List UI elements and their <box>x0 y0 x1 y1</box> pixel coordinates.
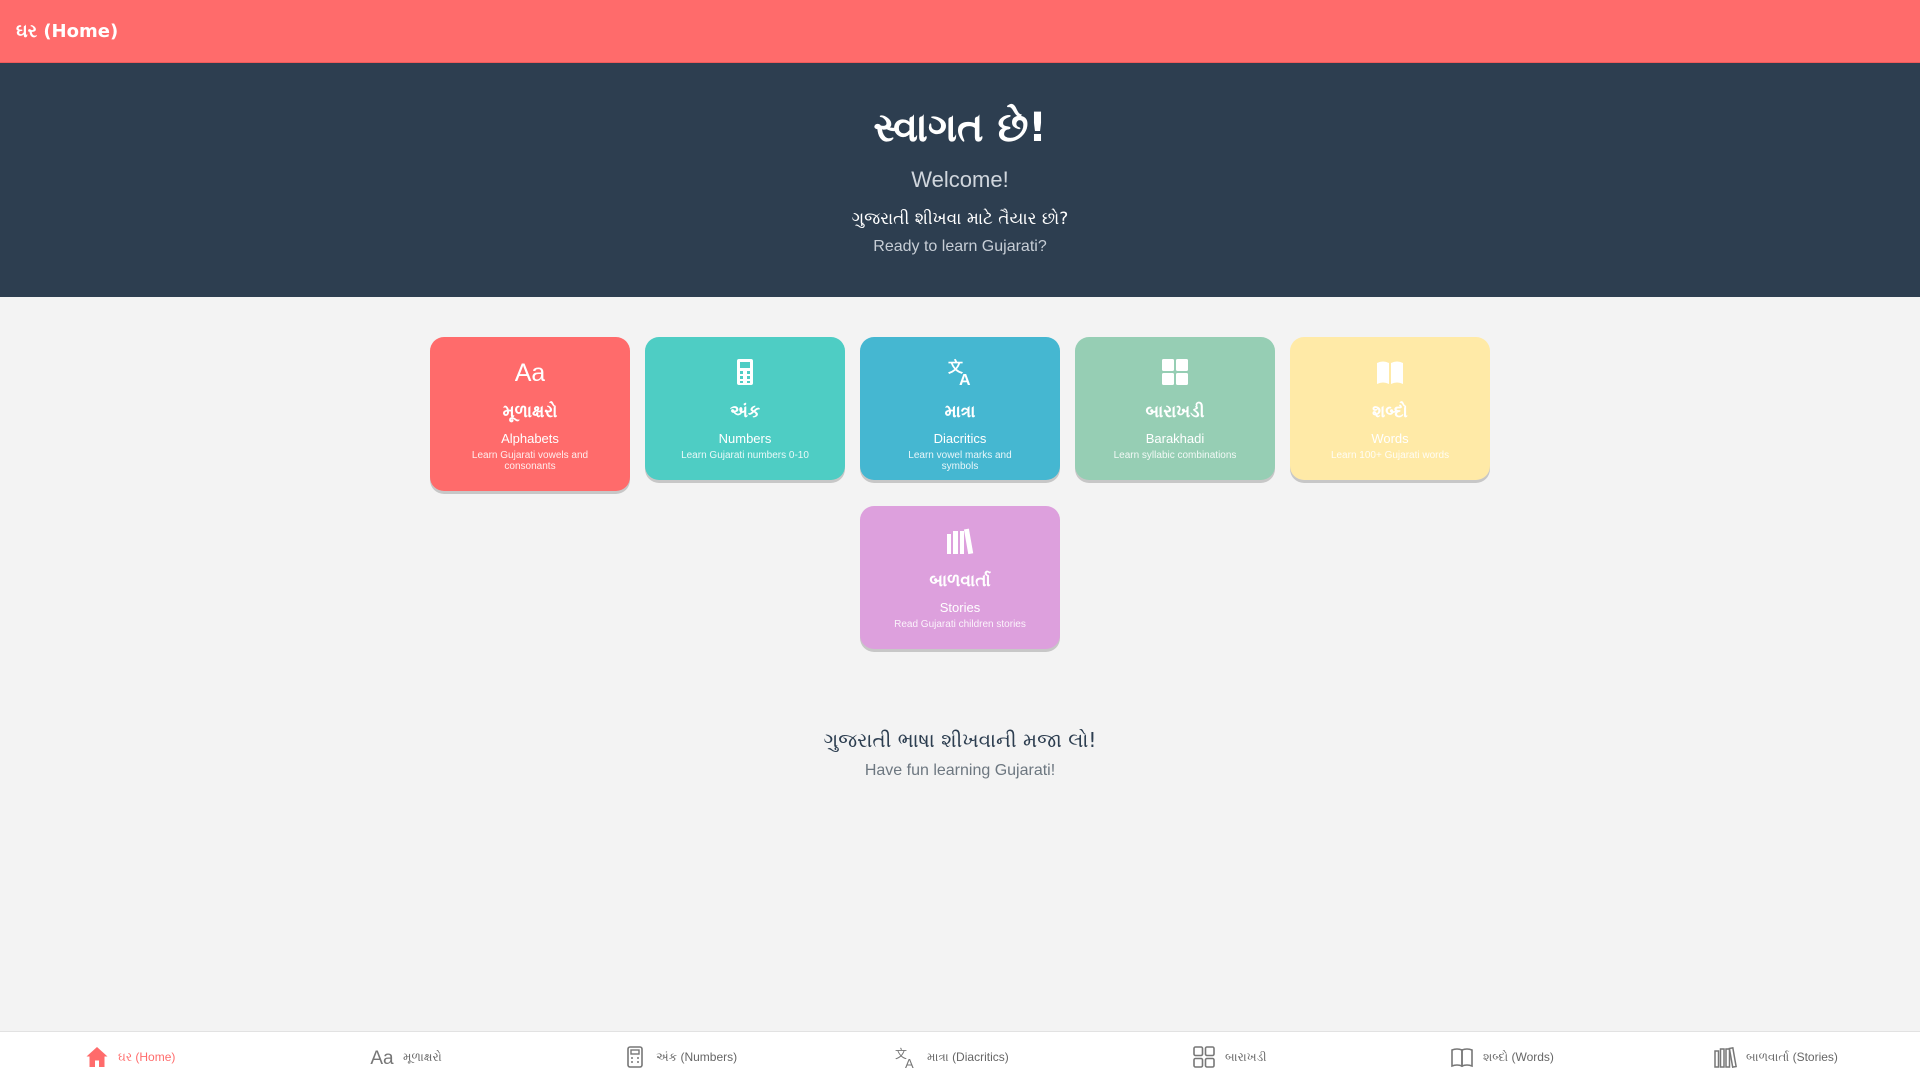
card-title-gujarati: મૂળાક્ષરો <box>502 402 558 422</box>
library-icon <box>947 528 974 555</box>
card-description: Learn Gujarati numbers 0-10 <box>681 450 809 461</box>
library-icon <box>1714 1046 1737 1069</box>
card-title-gujarati: બાળવાર્તા <box>929 571 991 591</box>
translate-icon: 文 A <box>948 358 971 387</box>
calculator-icon <box>737 359 753 385</box>
nav-label: બારાખડી <box>1225 1049 1267 1064</box>
card-title-gujarati: માત્રા <box>944 402 976 422</box>
svg-text:Aa: Aa <box>370 1048 394 1069</box>
nav-label: ઘર (Home) <box>118 1049 176 1064</box>
svg-text:Aa: Aa <box>515 359 545 387</box>
grid-icon <box>1162 359 1188 385</box>
calculator-icon <box>627 1046 643 1068</box>
nav-item-diacritics[interactable]: 文 A માત્રા (Diacritics) <box>894 1044 1009 1070</box>
card-numbers[interactable]: અંક Numbers Learn Gujarati numbers 0-10 <box>645 337 845 480</box>
footer-message-english: Have fun learning Gujarati! <box>864 762 1056 779</box>
svg-text:A: A <box>905 1056 914 1069</box>
card-stories[interactable]: બાળવાર્તા Stories Read Gujarati children… <box>860 506 1060 649</box>
card-title-gujarati: અંક <box>730 402 760 422</box>
nav-item-alphabets[interactable]: Aa મૂળાક્ષરો <box>370 1044 442 1070</box>
nav-label: મૂળાક્ષરો <box>403 1049 442 1064</box>
page-title: ઘર (Home) <box>16 20 119 42</box>
card-title-english: Alphabets <box>501 431 559 446</box>
nav-item-barakhadi[interactable]: બારાખડી <box>1192 1044 1267 1070</box>
svg-text:A: A <box>959 372 971 387</box>
nav-item-numbers[interactable]: અંક (Numbers) <box>623 1044 737 1070</box>
card-title-english: Words <box>1371 431 1409 446</box>
card-title-english: Stories <box>939 600 981 615</box>
nav-label: બાળવાર્તા (Stories) <box>1746 1049 1838 1064</box>
card-title-english: Barakhadi <box>1145 431 1205 446</box>
ready-prompt-gujarati: ગુજરાતી શીખવા માટે તૈયાર છો? <box>851 209 1069 229</box>
nav-item-home[interactable]: ઘર (Home) <box>85 1044 175 1070</box>
card-description: Learn syllabic combinations <box>1113 450 1237 461</box>
alphabet-icon: Aa <box>370 1048 394 1069</box>
welcome-title-gujarati: સ્વાગત છે! <box>873 105 1047 151</box>
card-diacritics[interactable]: 文 A માત્રા Diacritics Learn vowel marks … <box>860 337 1060 480</box>
card-description: Read Gujarati children stories <box>894 619 1026 630</box>
footer-message-gujarati: ગુજરાતી ભાષા શીખવાની મજા લો! <box>823 728 1097 752</box>
card-title-gujarati: શબ્દો <box>1372 402 1408 422</box>
book-icon <box>1451 1048 1473 1068</box>
alphabet-icon: Aa <box>515 359 545 387</box>
welcome-title-english: Welcome! <box>911 167 1009 192</box>
card-words[interactable]: શબ્દો Words Learn 100+ Gujarati words <box>1290 337 1490 480</box>
top-app-bar: ઘર (Home) <box>0 0 1920 63</box>
card-alphabets[interactable]: Aa મૂળાક્ષરો Alphabets Learn Gujarati vo… <box>430 337 630 491</box>
card-barakhadi[interactable]: બારાખડી Barakhadi Learn syllabic combina… <box>1075 337 1275 480</box>
welcome-banner: સ્વાગત છે! Welcome! ગુજરાતી શીખવા માટે ત… <box>0 63 1920 297</box>
nav-label: અંક (Numbers) <box>656 1049 738 1064</box>
home-icon <box>86 1047 108 1067</box>
card-description: Learn 100+ Gujarati words <box>1330 450 1450 461</box>
card-description: Learn Gujarati vowels and consonants <box>471 450 589 472</box>
card-title-english: Numbers <box>718 431 772 446</box>
nav-item-words[interactable]: શબ્દો (Words) <box>1450 1044 1554 1070</box>
card-title-gujarati: બારાખડી <box>1145 402 1205 422</box>
ready-prompt-english: Ready to learn Gujarati? <box>873 238 1047 255</box>
nav-label: શબ્દો (Words) <box>1483 1049 1554 1064</box>
card-description: Learn vowel marks and symbols <box>908 450 1012 472</box>
nav-label: માત્રા (Diacritics) <box>927 1049 1009 1064</box>
card-title-english: Diacritics <box>933 431 987 446</box>
book-icon <box>1377 361 1403 384</box>
translate-icon: 文 A <box>895 1046 914 1069</box>
nav-item-stories[interactable]: બાળવાર્તા (Stories) <box>1713 1044 1838 1070</box>
grid-icon <box>1193 1046 1215 1068</box>
bottom-navigation: ઘર (Home) Aa મૂળાક્ષરો અંક (Numbers) 文 A… <box>0 1031 1920 1080</box>
